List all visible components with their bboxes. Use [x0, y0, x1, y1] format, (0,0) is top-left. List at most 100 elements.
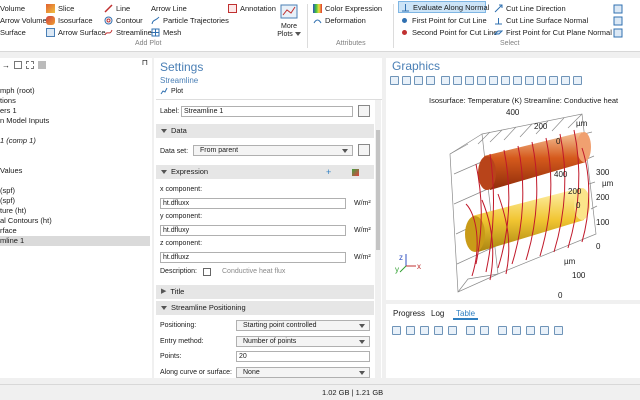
axes-orientation-icon[interactable] — [441, 75, 450, 85]
label-reset-button[interactable] — [358, 105, 370, 117]
tab-progress[interactable]: Progress — [390, 308, 428, 320]
z-component-field[interactable]: ht.dfluxz — [160, 252, 346, 263]
data-section-header[interactable]: Data — [156, 124, 374, 138]
svg-text:µm: µm — [602, 179, 614, 188]
arrow-right-icon[interactable]: → — [2, 61, 10, 70]
entry-method-select[interactable]: Number of points — [236, 336, 370, 347]
manual-precision-icon[interactable] — [434, 325, 443, 335]
zoom-box-icon[interactable] — [414, 75, 423, 85]
label-field[interactable]: Streamline 1 — [181, 106, 353, 117]
along-curve-select[interactable]: None — [236, 367, 370, 378]
tab-table[interactable]: Table — [453, 308, 479, 320]
second-point-cut-line-button[interactable]: Second Point for Cut Line — [400, 26, 497, 38]
cut-line-direction-button[interactable]: Cut Line Direction — [494, 2, 566, 14]
settings-icon[interactable] — [540, 325, 549, 335]
svg-text:0: 0 — [556, 137, 561, 146]
transparency-icon[interactable] — [501, 75, 510, 85]
line-button[interactable]: Line — [104, 2, 130, 14]
copy-icon[interactable] — [512, 325, 521, 335]
render-icon[interactable] — [525, 75, 534, 85]
dataset-select[interactable]: From parent — [193, 145, 353, 156]
auto-precision-icon[interactable] — [420, 325, 429, 335]
show-icon[interactable] — [14, 61, 22, 69]
replace-expression-icon[interactable] — [352, 168, 359, 176]
print-icon[interactable] — [561, 75, 570, 85]
slice-label: Slice — [58, 3, 75, 13]
first-point-cut-plane-normal-button[interactable]: First Point for Cut Plane Normal — [493, 26, 612, 38]
tree-item[interactable]: al Contours (ht) — [0, 216, 150, 226]
positioning-select[interactable]: Starting point controlled — [236, 320, 370, 331]
tree-item[interactable]: mph (root) — [0, 86, 150, 96]
tree-item[interactable]: (spf) — [0, 186, 150, 196]
expression-section-header[interactable]: Expression + — [156, 165, 374, 179]
tree-item[interactable]: 1 (comp 1) — [0, 136, 150, 146]
y-component-field[interactable]: ht.dfluxy — [160, 225, 346, 236]
deformation-button[interactable]: Deformation — [313, 14, 366, 26]
tree-item[interactable]: tions — [0, 96, 150, 106]
tree-item[interactable] — [0, 156, 150, 166]
tree-item[interactable] — [0, 126, 150, 136]
particle-trajectories-button[interactable]: Particle Trajectories — [151, 14, 229, 26]
zoom-out-icon[interactable] — [402, 75, 411, 85]
plot-icon[interactable] — [537, 75, 546, 85]
volume-button[interactable]: Volume — [0, 2, 25, 14]
second-point-icon — [400, 28, 409, 37]
settings-scrollbar[interactable] — [375, 100, 381, 378]
surface-button[interactable]: Surface — [0, 26, 26, 38]
arrow-volume-button[interactable]: Arrow Volume — [0, 14, 47, 26]
mesh-button[interactable]: Mesh — [151, 26, 181, 38]
histogram-icon[interactable] — [480, 325, 489, 335]
slice-button[interactable]: Slice — [46, 2, 74, 14]
more-icon[interactable] — [554, 325, 563, 335]
tree-item[interactable]: (spf) — [0, 196, 150, 206]
x-component-field[interactable]: ht.dfluxx — [160, 198, 346, 209]
zoom-in-icon[interactable] — [390, 75, 399, 85]
more-plots-button[interactable]: More Plots — [276, 2, 302, 40]
tree-item[interactable] — [0, 146, 150, 156]
grid-icon[interactable] — [477, 75, 486, 85]
tree-item[interactable]: rface — [0, 226, 150, 236]
scene-light-icon[interactable] — [489, 75, 498, 85]
animation-icon[interactable] — [573, 75, 582, 85]
tree-item[interactable]: ture (ht) — [0, 206, 150, 216]
isosurface-button[interactable]: Isosurface — [46, 14, 93, 26]
tree-item[interactable] — [0, 176, 150, 186]
streamline-button[interactable]: Streamline — [104, 26, 152, 38]
plus-icon[interactable]: + — [326, 165, 331, 179]
view-icon[interactable] — [453, 75, 462, 85]
tree-item[interactable]: ers 1 — [0, 106, 150, 116]
title-section-header[interactable]: ▶ Title — [156, 285, 374, 299]
contour-button[interactable]: Contour — [104, 14, 143, 26]
first-point-cut-line-button[interactable]: First Point for Cut Line — [400, 14, 487, 26]
expand-icon[interactable] — [38, 61, 46, 69]
table-format-icon[interactable] — [392, 325, 401, 335]
tree-item-selected[interactable]: mline 1 — [0, 236, 150, 246]
color-expression-button[interactable]: Color Expression — [313, 2, 382, 14]
annotation-button[interactable]: Annotation — [228, 2, 276, 14]
plot-button[interactable]: Plot — [160, 87, 183, 95]
image-snapshot-icon[interactable] — [549, 75, 558, 85]
pin-icon[interactable]: ⊓ — [142, 58, 148, 67]
arrow-line-button[interactable]: Arrow Line — [151, 2, 187, 14]
full-precision-icon[interactable] — [406, 325, 415, 335]
select-icon[interactable] — [465, 75, 474, 85]
points-field[interactable]: 20 — [236, 351, 370, 362]
tree-item[interactable]: Values — [0, 166, 150, 176]
go-to-source-button[interactable] — [358, 144, 370, 156]
table-graph-icon[interactable] — [466, 325, 475, 335]
cut-line-surface-normal-button[interactable]: Cut Line Surface Normal — [494, 14, 588, 26]
3d-plot-canvas[interactable]: 400 200 0 µm 300 200 100 0 µm 400 200 0 … — [386, 104, 640, 300]
tab-log[interactable]: Log — [428, 308, 447, 320]
export-icon[interactable] — [526, 325, 535, 335]
arrow-surface-button[interactable]: Arrow Surface — [46, 26, 106, 38]
wireframe-icon[interactable] — [513, 75, 522, 85]
precision-icon[interactable] — [448, 325, 457, 335]
evaluate-along-normal-button[interactable]: Evaluate Along Normal — [398, 1, 489, 13]
clear-icon[interactable] — [498, 325, 507, 335]
zoom-extents-icon[interactable] — [426, 75, 435, 85]
collapse-icon — [161, 306, 167, 310]
description-checkbox[interactable] — [203, 268, 211, 276]
tree-item[interactable]: n Model Inputs — [0, 116, 150, 126]
positioning-section-header[interactable]: Streamline Positioning — [156, 301, 374, 315]
collapse-icon[interactable] — [26, 61, 34, 69]
